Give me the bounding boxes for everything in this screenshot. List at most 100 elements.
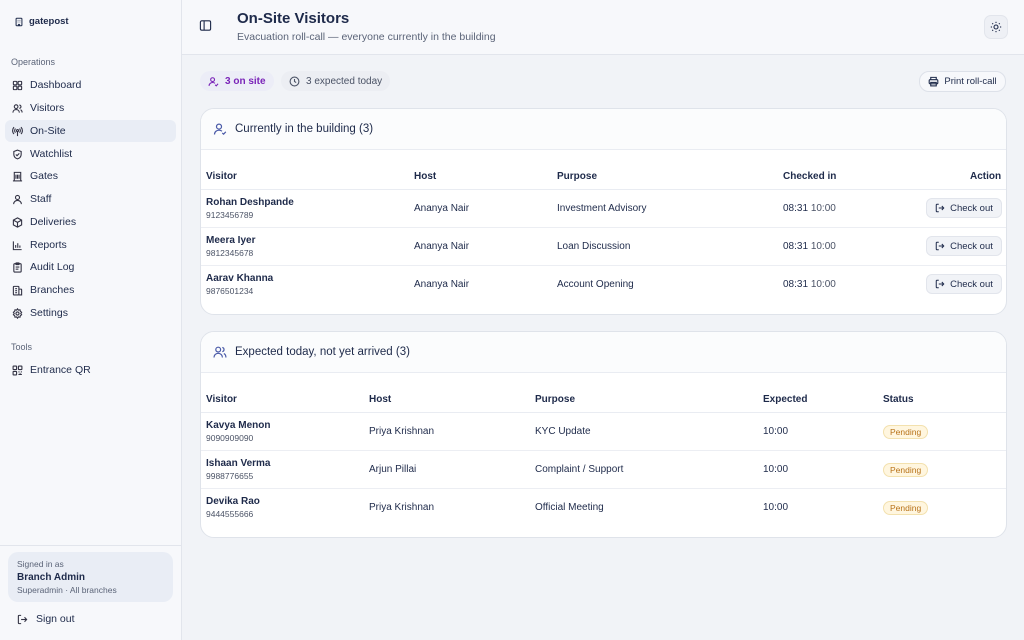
- column-header-host[interactable]: Host: [414, 171, 436, 182]
- column-header-host[interactable]: Host: [369, 394, 391, 405]
- print-roll-call-label: Print roll-call: [944, 76, 997, 87]
- visitor-phone: 9444555666: [206, 509, 254, 519]
- expected-time: 10:00: [763, 502, 789, 513]
- column-header-purpose[interactable]: Purpose: [557, 171, 597, 182]
- sign-out-button[interactable]: Sign out: [17, 613, 75, 625]
- sidebar-item-label: Settings: [30, 307, 68, 319]
- sidebar-item-label: Reports: [30, 239, 67, 251]
- table-row: Aarav Khanna 9876501234 Ananya Nair Acco…: [201, 266, 1006, 304]
- status-badge: Pending: [883, 463, 929, 477]
- sidebar-item-label: Watchlist: [30, 148, 73, 160]
- sidebar-item-label: Entrance QR: [30, 364, 91, 376]
- sidebar-item-entrance-qr[interactable]: Entrance QR: [5, 359, 176, 381]
- sidebar-item-deliveries[interactable]: Deliveries: [5, 211, 176, 233]
- clock-icon: [289, 76, 300, 87]
- log-out-icon: [935, 241, 945, 251]
- table-row: Kavya Menon 9090909090 Priya Krishnan KY…: [201, 413, 1006, 451]
- sidebar-divider: [0, 545, 182, 546]
- host-name: Arjun Pillai: [369, 464, 417, 475]
- sidebar-item-audit-log[interactable]: Audit Log: [5, 256, 176, 278]
- column-header-checked-in[interactable]: Checked in: [783, 171, 836, 182]
- check-out-label: Check out: [950, 202, 993, 214]
- column-header-visitor[interactable]: Visitor: [206, 394, 237, 405]
- visitor-name: Ishaan Verma: [206, 458, 271, 469]
- host-name: Ananya Nair: [414, 241, 470, 252]
- purpose: Official Meeting: [535, 502, 604, 513]
- visitor-name: Rohan Deshpande: [206, 197, 294, 208]
- sidebar-item-label: Audit Log: [30, 261, 75, 273]
- table-row: Meera Iyer 9812345678 Ananya Nair Loan D…: [201, 228, 1006, 266]
- sun-icon: [990, 21, 1002, 33]
- checkin-time: 08:31: [783, 279, 809, 290]
- sidebar-item-label: Dashboard: [30, 79, 82, 91]
- sign-out-label: Sign out: [36, 613, 75, 625]
- brand-logo[interactable]: gatepost: [14, 16, 69, 27]
- table-row: Devika Rao 9444555666 Priya Krishnan Off…: [201, 489, 1006, 527]
- purpose: KYC Update: [535, 426, 591, 437]
- sidebar-item-dashboard[interactable]: Dashboard: [5, 74, 176, 96]
- visitor-name: Devika Rao: [206, 496, 260, 507]
- user-role: Superadmin · All branches: [17, 585, 117, 595]
- section-label-tools: Tools: [11, 342, 33, 352]
- sidebar-toggle-button[interactable]: [199, 19, 213, 33]
- purpose: Investment Advisory: [557, 203, 647, 214]
- signed-in-card: Signed in as Branch Admin Superadmin · A…: [8, 552, 173, 602]
- building-icon: [12, 285, 23, 296]
- host-name: Priya Krishnan: [369, 426, 435, 437]
- printer-icon: [928, 76, 939, 87]
- sidebar-item-on-site[interactable]: On-Site: [5, 120, 176, 142]
- page-title: On-Site Visitors: [237, 10, 350, 27]
- sidebar-item-settings[interactable]: Settings: [5, 302, 176, 324]
- sidebar-item-gates[interactable]: Gates: [5, 165, 176, 187]
- print-roll-call-button[interactable]: Print roll-call: [919, 71, 1006, 92]
- host-name: Priya Krishnan: [369, 502, 435, 513]
- checkin-time: 08:31: [783, 203, 809, 214]
- building-icon: [14, 17, 24, 27]
- brand-name: gatepost: [29, 16, 69, 27]
- visitor-phone: 9876501234: [206, 286, 254, 296]
- table-row: Rohan Deshpande 9123456789 Ananya Nair I…: [201, 190, 1006, 228]
- sidebar-item-watchlist[interactable]: Watchlist: [5, 143, 176, 165]
- users-icon: [213, 345, 227, 359]
- checkin-time-cell: 08:31 10:00: [783, 203, 836, 214]
- column-header-expected[interactable]: Expected: [763, 394, 807, 405]
- sign-out-icon: [17, 614, 28, 625]
- column-header-status[interactable]: Status: [883, 394, 914, 405]
- check-out-button[interactable]: Check out: [926, 274, 1002, 294]
- expected-time: 10:00: [763, 464, 789, 475]
- sidebar-item-reports[interactable]: Reports: [5, 234, 176, 256]
- sidebar-item-label: Branches: [30, 284, 75, 296]
- bar-chart-icon: [12, 240, 23, 251]
- visitor-name: Aarav Khanna: [206, 273, 274, 284]
- check-out-button[interactable]: Check out: [926, 236, 1002, 256]
- expected-time: 10:00: [810, 203, 836, 214]
- expected-table-header: Expected today, not yet arrived (3): [201, 332, 1006, 373]
- host-name: Ananya Nair: [414, 279, 470, 290]
- gear-icon: [12, 307, 23, 319]
- visitor-name: Meera Iyer: [206, 235, 256, 246]
- sidebar-item-label: On-Site: [30, 125, 66, 137]
- sidebar-item-label: Staff: [30, 193, 52, 205]
- door-icon: [12, 171, 23, 182]
- user-icon: [208, 76, 219, 87]
- theme-toggle-button[interactable]: [984, 15, 1008, 39]
- onsite-table-title: Currently in the building (3): [235, 123, 374, 135]
- host-name: Ananya Nair: [414, 203, 470, 214]
- sidebar-item-staff[interactable]: Staff: [5, 188, 176, 210]
- sidebar-item-label: Visitors: [30, 102, 65, 114]
- check-out-button[interactable]: Check out: [926, 198, 1002, 218]
- check-out-label: Check out: [950, 240, 993, 252]
- sidebar-item-visitors[interactable]: Visitors: [5, 97, 176, 119]
- sidebar-item-label: Deliveries: [30, 216, 77, 228]
- shield-icon: [12, 149, 23, 160]
- user-icon: [12, 194, 23, 205]
- sidebar: gatepost Operations Dashboard Visitors O…: [0, 0, 182, 640]
- sidebar-item-branches[interactable]: Branches: [5, 279, 176, 301]
- log-out-icon: [935, 279, 945, 289]
- radio-icon: [12, 126, 23, 137]
- user-name: Branch Admin: [17, 572, 85, 583]
- qr-icon: [12, 365, 23, 376]
- column-header-visitor[interactable]: Visitor: [206, 171, 237, 182]
- column-header-purpose[interactable]: Purpose: [535, 394, 575, 405]
- visitor-phone: 9123456789: [206, 210, 254, 220]
